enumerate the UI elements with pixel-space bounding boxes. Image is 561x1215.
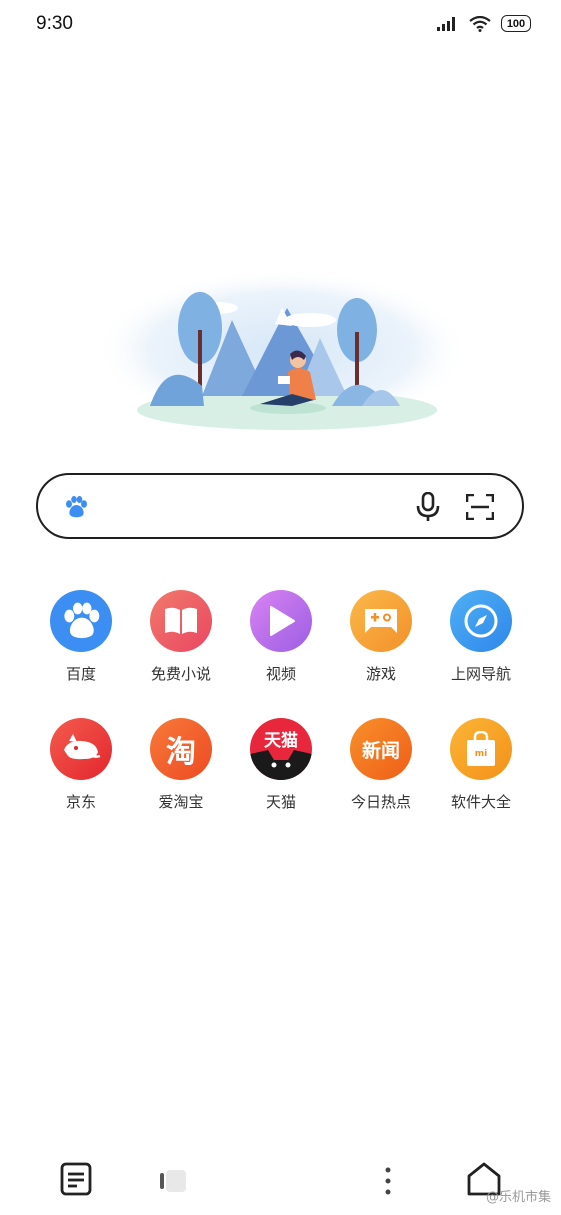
app-label: 游戏 [365, 665, 396, 683]
baidu-paw-icon[interactable] [64, 496, 88, 518]
tmall-icon[interactable]: 天猫 [250, 718, 312, 780]
app-label: 软件大全 [450, 793, 511, 811]
app-software[interactable]: mi 软件大全 [431, 718, 531, 846]
shopping-bag-icon[interactable]: mi [450, 718, 512, 780]
mi-logo-text: mi [474, 749, 488, 759]
app-video[interactable]: 视频 [231, 590, 331, 718]
app-label: 视频 [265, 665, 296, 683]
app-shortcut-grid: 百度 免费小说 视频 游戏 上网导航 京东 淘 爱淘宝 天猫 天猫 新闻 今日热… [31, 590, 531, 846]
baidu-paw-icon[interactable] [50, 590, 112, 652]
play-icon[interactable] [250, 590, 312, 652]
status-icons: 100 [437, 15, 531, 32]
book-icon[interactable] [150, 590, 212, 652]
app-hot-news[interactable]: 新闻 今日热点 [331, 718, 431, 846]
compass-icon[interactable] [450, 590, 512, 652]
jd-dog-icon[interactable] [50, 718, 112, 780]
search-input[interactable] [104, 489, 408, 527]
notes-icon [60, 1162, 92, 1196]
microphone-icon[interactable] [416, 492, 440, 522]
app-free-novel[interactable]: 免费小说 [131, 590, 231, 718]
app-label: 天猫 [265, 793, 296, 811]
app-label: 百度 [65, 665, 96, 683]
scan-icon[interactable] [466, 494, 494, 520]
app-row-1: 百度 免费小说 视频 游戏 上网导航 [31, 590, 531, 718]
watermark-text: @乐机市集 [486, 1190, 552, 1205]
app-tmall[interactable]: 天猫 天猫 [231, 718, 331, 846]
gamepad-icon[interactable] [350, 590, 412, 652]
app-label: 爱淘宝 [158, 793, 204, 811]
app-label: 免费小说 [150, 665, 211, 683]
taobao-icon[interactable]: 淘 [150, 718, 212, 780]
more-menu-button[interactable] [384, 1166, 392, 1196]
hero-illustration [92, 268, 472, 448]
app-taobao[interactable]: 淘 爱淘宝 [131, 718, 231, 846]
bottom-nav-bar [0, 1150, 561, 1215]
app-baidu[interactable]: 百度 [31, 590, 131, 718]
app-label: 上网导航 [450, 665, 511, 683]
landscape-illustration [94, 268, 470, 432]
search-bar[interactable] [36, 473, 524, 539]
app-label: 今日热点 [350, 793, 411, 811]
tabs-icon [160, 1170, 186, 1192]
battery-indicator: 100 [501, 15, 531, 32]
wifi-icon [469, 15, 491, 32]
app-row-2: 京东 淘 爱淘宝 天猫 天猫 新闻 今日热点 mi 软件大全 [31, 718, 531, 846]
status-time: 9:30 [36, 13, 73, 34]
status-bar: 9:30 100 [0, 0, 561, 52]
app-web-nav[interactable]: 上网导航 [431, 590, 531, 718]
news-icon[interactable]: 新闻 [350, 718, 412, 780]
app-jd[interactable]: 京东 [31, 718, 131, 846]
signal-icon [437, 16, 455, 31]
news-logo-text: 新闻 [361, 739, 400, 762]
taobao-logo-text: 淘 [166, 735, 196, 770]
app-games[interactable]: 游戏 [331, 590, 431, 718]
more-vertical-icon [385, 1167, 391, 1195]
notes-button[interactable] [60, 1162, 92, 1196]
tabs-button[interactable] [160, 1170, 186, 1192]
app-label: 京东 [65, 793, 96, 811]
